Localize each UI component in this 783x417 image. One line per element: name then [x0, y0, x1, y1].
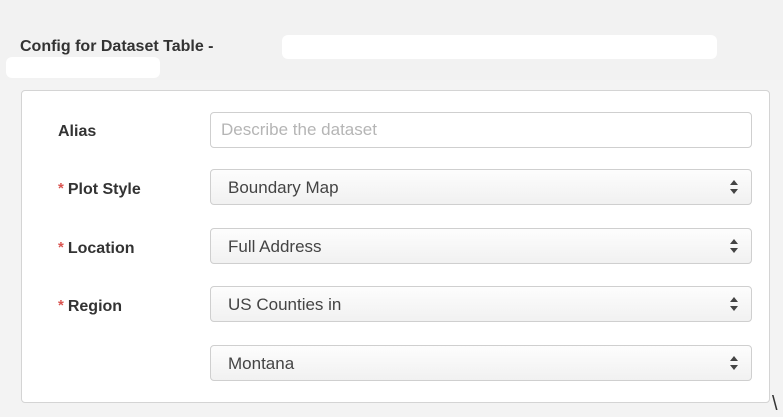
- select-arrows-icon: [730, 180, 738, 194]
- plot-style-label: * Plot Style: [58, 180, 141, 199]
- select-arrows-icon: [730, 297, 738, 311]
- plot-style-select[interactable]: Boundary Map: [210, 169, 752, 205]
- config-form-panel: Alias *Plot Style Boundary Map *Location…: [21, 90, 770, 403]
- location-label: * Location: [58, 239, 135, 258]
- region-label-text: Region: [67, 298, 123, 315]
- location-row: * Location Full Address: [22, 228, 769, 268]
- location-value: Full Address: [228, 237, 322, 256]
- location-label-text: Location: [67, 240, 135, 257]
- region-select[interactable]: US Counties in: [210, 286, 752, 322]
- plot-style-value: Boundary Map: [228, 178, 339, 197]
- state-row: Montana: [22, 345, 769, 385]
- alias-input[interactable]: [210, 112, 752, 148]
- alias-label: Alias: [58, 123, 97, 140]
- page-title: Config for Dataset Table -: [20, 38, 214, 55]
- location-select[interactable]: Full Address: [210, 228, 752, 264]
- region-row: * Region US Counties in: [22, 286, 769, 326]
- stray-backslash-text: \: [772, 393, 778, 415]
- redacted-dataset-name: [282, 35, 717, 59]
- state-select[interactable]: Montana: [210, 345, 752, 381]
- state-value: Montana: [228, 354, 295, 373]
- config-header: Config for Dataset Table -: [0, 0, 783, 80]
- redacted-dataset-name-continued: [6, 57, 160, 78]
- required-asterisk: *: [58, 239, 64, 256]
- region-value: US Counties in: [228, 295, 342, 314]
- alias-row: Alias: [22, 112, 769, 152]
- select-arrows-icon: [730, 239, 738, 253]
- region-label: * Region: [58, 297, 122, 316]
- select-arrows-icon: [730, 356, 738, 370]
- plot-style-row: * Plot Style Boundary Map: [22, 169, 769, 209]
- required-asterisk: *: [58, 297, 64, 314]
- required-asterisk: *: [58, 180, 64, 197]
- plot-style-label-text: Plot Style: [67, 181, 141, 198]
